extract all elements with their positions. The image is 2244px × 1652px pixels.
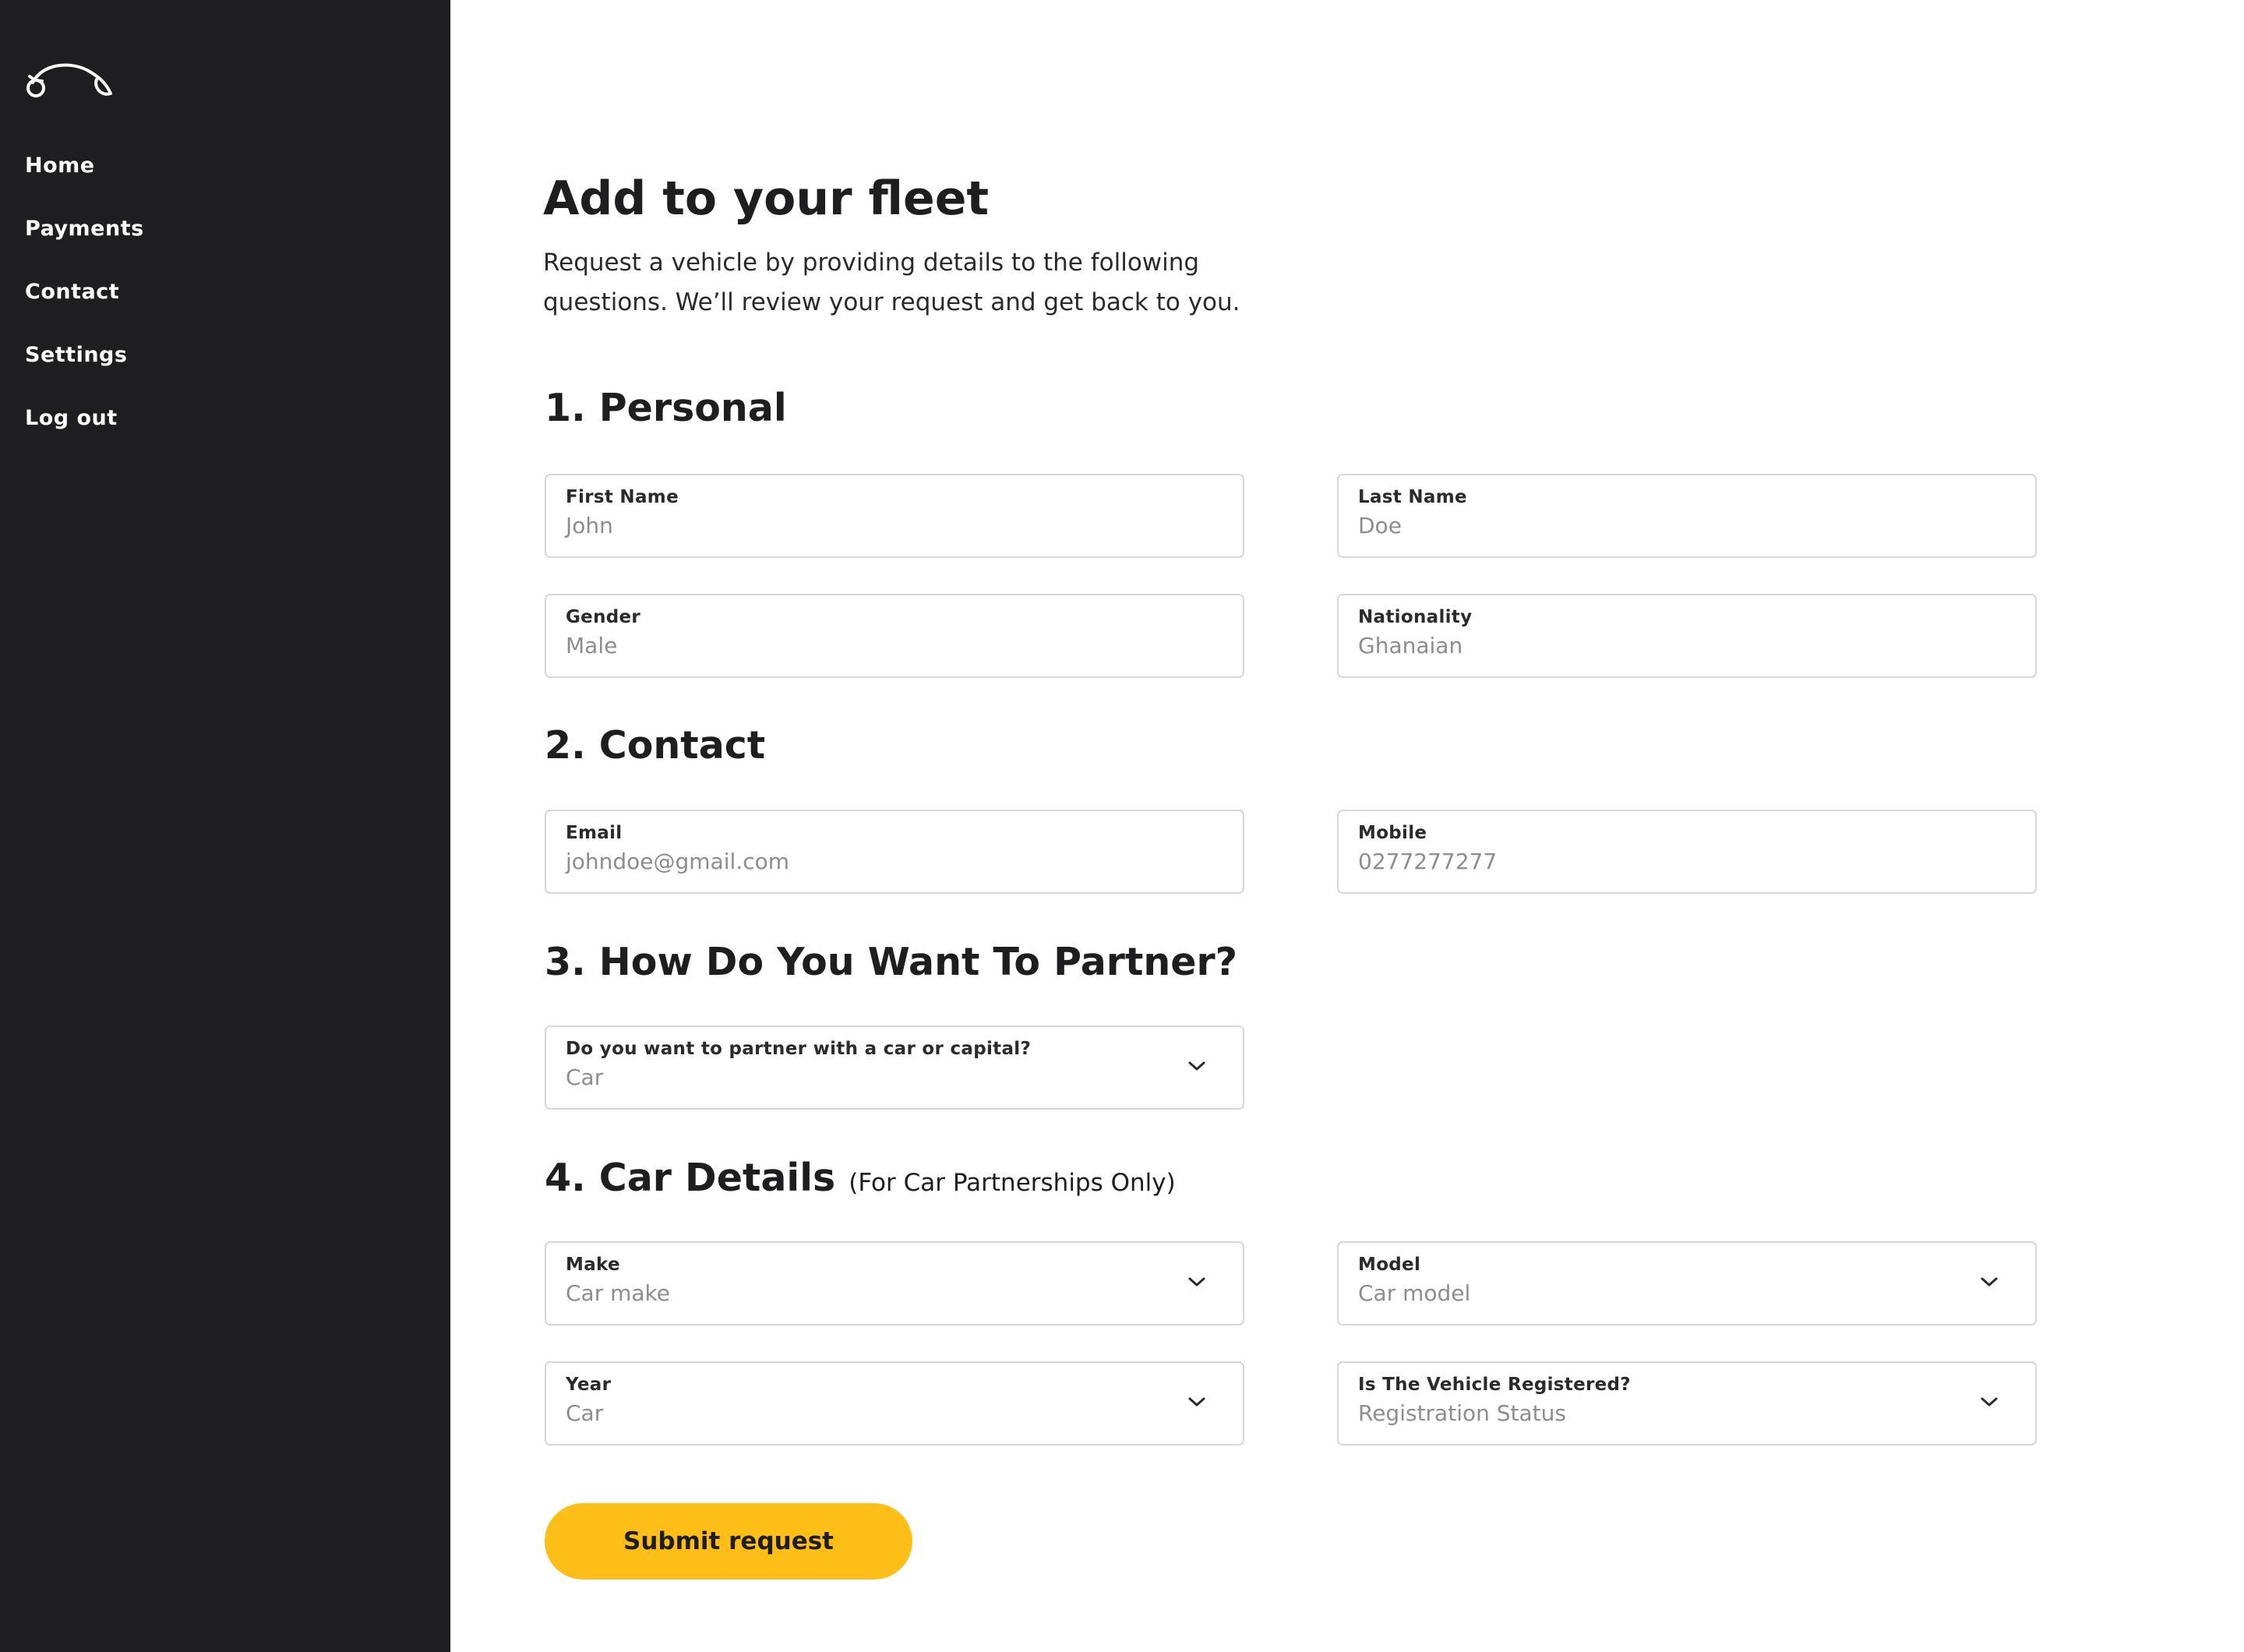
mobile-field[interactable]: Mobile 0277277277 bbox=[1337, 810, 2037, 894]
nationality-value: Ghanaian bbox=[1358, 633, 1463, 658]
model-value: Car model bbox=[1358, 1280, 1471, 1306]
registration-status-select[interactable]: Is The Vehicle Registered? Registration … bbox=[1337, 1361, 2037, 1446]
make-select[interactable]: Make Car make bbox=[545, 1241, 1244, 1325]
model-label: Model bbox=[1358, 1255, 1421, 1275]
year-select[interactable]: Year Car bbox=[545, 1361, 1244, 1446]
sidebar-item-home[interactable]: Home bbox=[25, 152, 144, 215]
partner-type-value: Car bbox=[566, 1064, 604, 1090]
main-content: Add to your fleet Request a vehicle by p… bbox=[543, 0, 2101, 1652]
section-title-contact: 2. Contact bbox=[545, 723, 766, 768]
email-label: Email bbox=[566, 823, 623, 843]
nationality-label: Nationality bbox=[1358, 607, 1473, 627]
mobile-label: Mobile bbox=[1358, 823, 1427, 843]
email-field[interactable]: Email johndoe@gmail.com bbox=[545, 810, 1244, 894]
partner-type-select[interactable]: Do you want to partner with a car or cap… bbox=[545, 1025, 1244, 1110]
sidebar-nav: Home Payments Contact Settings Log out bbox=[25, 152, 144, 468]
chevron-down-icon bbox=[1188, 1397, 1205, 1407]
car-details-title: 4. Car Details bbox=[545, 1156, 836, 1200]
chevron-down-icon bbox=[1981, 1397, 1998, 1407]
first-name-label: First Name bbox=[566, 487, 679, 507]
gender-field[interactable]: Gender Male bbox=[545, 594, 1244, 678]
page-description-line-1: Request a vehicle by providing details t… bbox=[543, 249, 1200, 277]
registration-status-value: Registration Status bbox=[1358, 1400, 1566, 1426]
sidebar-item-logout[interactable]: Log out bbox=[25, 404, 144, 468]
chevron-down-icon bbox=[1188, 1277, 1205, 1287]
car-details-note: (For Car Partnerships Only) bbox=[849, 1169, 1176, 1197]
year-value: Car bbox=[566, 1400, 604, 1426]
email-value: johndoe@gmail.com bbox=[566, 849, 789, 874]
page-description-line-2: questions. We’ll review your request and… bbox=[543, 288, 1240, 316]
submit-request-button[interactable]: Submit request bbox=[545, 1503, 912, 1580]
last-name-field[interactable]: Last Name Doe bbox=[1337, 474, 2037, 558]
section-title-car-details: 4. Car Details (For Car Partnerships Onl… bbox=[545, 1153, 1176, 1208]
partner-type-label: Do you want to partner with a car or cap… bbox=[566, 1039, 1032, 1059]
gender-value: Male bbox=[566, 633, 618, 658]
section-title-partner: 3. How Do You Want To Partner? bbox=[545, 940, 1238, 984]
gender-label: Gender bbox=[566, 607, 641, 627]
sidebar-item-contact[interactable]: Contact bbox=[25, 278, 144, 341]
last-name-value: Doe bbox=[1358, 513, 1402, 538]
sidebar: Home Payments Contact Settings Log out bbox=[0, 0, 450, 1652]
first-name-value: John bbox=[566, 513, 613, 538]
nationality-field[interactable]: Nationality Ghanaian bbox=[1337, 594, 2037, 678]
car-outline-logo-icon[interactable] bbox=[20, 56, 117, 103]
page-title: Add to your fleet bbox=[543, 171, 990, 226]
make-value: Car make bbox=[566, 1280, 670, 1306]
sidebar-item-settings[interactable]: Settings bbox=[25, 341, 144, 404]
sidebar-item-payments[interactable]: Payments bbox=[25, 215, 144, 278]
make-label: Make bbox=[566, 1255, 620, 1275]
chevron-down-icon bbox=[1188, 1061, 1205, 1071]
last-name-label: Last Name bbox=[1358, 487, 1467, 507]
mobile-value: 0277277277 bbox=[1358, 849, 1498, 874]
chevron-down-icon bbox=[1981, 1277, 1998, 1287]
registration-status-label: Is The Vehicle Registered? bbox=[1358, 1375, 1631, 1395]
page-description: Request a vehicle by providing details t… bbox=[543, 243, 1322, 323]
year-label: Year bbox=[566, 1375, 612, 1395]
model-select[interactable]: Model Car model bbox=[1337, 1241, 2037, 1325]
section-title-personal: 1. Personal bbox=[545, 386, 787, 430]
first-name-field[interactable]: First Name John bbox=[545, 474, 1244, 558]
